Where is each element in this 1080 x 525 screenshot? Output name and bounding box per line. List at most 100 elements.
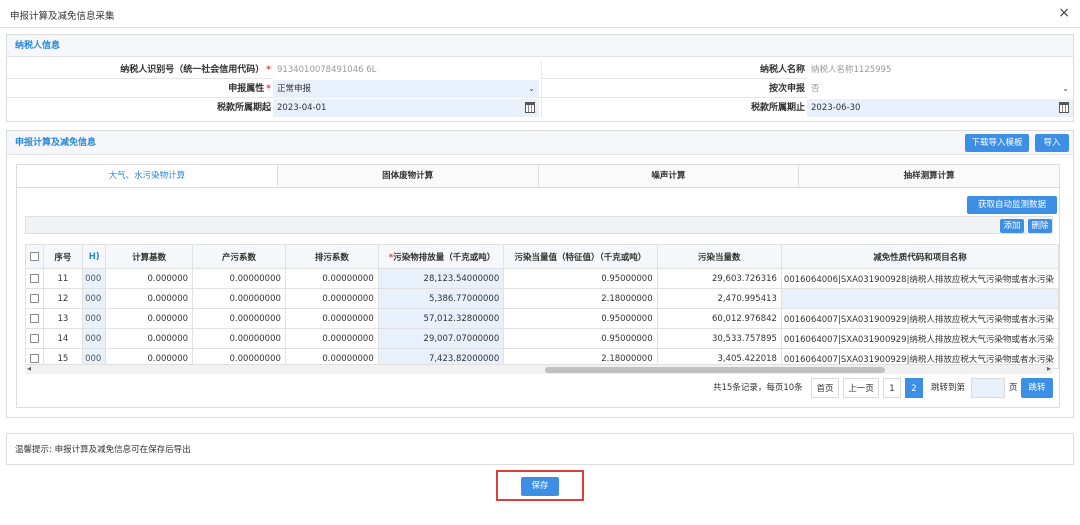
scroll-right-icon[interactable]: ▸	[1047, 364, 1051, 373]
cell-equiv-count: 29,603.726316	[656, 268, 782, 289]
cell-partial[interactable]: 000	[82, 268, 107, 289]
grid-toolbar: 添加 删除	[25, 216, 1053, 234]
table-header-row: 序号 H) 计算基数 产污系数 排污系数 *污染物排放量（千克或吨） 污染当量值…	[25, 244, 1060, 269]
col-partial: H)	[82, 244, 107, 269]
tab-sampling[interactable]: 抽样测算计算	[799, 165, 1059, 187]
cell-emission[interactable]: 29,007.07000000	[377, 328, 505, 349]
cell-equiv-count: 2,470.995413	[656, 288, 782, 309]
cell-equiv-value: 0.95000000	[503, 328, 658, 349]
cell-seq: 12	[42, 288, 84, 309]
row-checkbox-cell[interactable]	[25, 268, 44, 289]
cell-emit-coef[interactable]: 0.00000000	[284, 308, 379, 329]
declare-attr-label: 申报属性 *	[228, 84, 271, 94]
cell-equiv-count: 60,012.976842	[656, 308, 782, 329]
delete-row-button[interactable]: 删除	[1028, 219, 1052, 233]
cell-seq: 14	[42, 328, 84, 349]
col-equiv-value: 污染当量值（特征值）（千克或吨）	[503, 244, 658, 269]
per-declare-label: 按次申报	[541, 80, 805, 98]
cell-reduction[interactable]	[780, 288, 1060, 309]
cell-equiv-count: 30,533.757895	[656, 328, 782, 349]
col-emission: *污染物排放量（千克或吨）	[377, 244, 505, 269]
add-row-button[interactable]: 添加	[1000, 219, 1024, 233]
cell-prod-coef[interactable]: 0.00000000	[192, 328, 286, 349]
period-end-input[interactable]: 2023-06-30	[807, 99, 1073, 117]
calc-section-title: 申报计算及减免信息	[7, 131, 1073, 155]
cell-partial[interactable]: 000	[82, 288, 107, 309]
tab-solid-waste[interactable]: 固体废物计算	[277, 165, 539, 187]
cell-prod-coef[interactable]: 0.00000000	[192, 268, 286, 289]
cell-reduction[interactable]: 0016064007|SXA031900929|纳税人排放应税大气污染物或者水污…	[780, 328, 1060, 349]
tab-noise[interactable]: 噪声计算	[538, 165, 800, 187]
select-all-cell[interactable]	[25, 244, 44, 269]
chevron-down-icon: ⌄	[528, 84, 535, 93]
hint-text: 温馨提示: 申报计算及减免信息可在保存后导出	[6, 433, 1074, 465]
calendar-icon[interactable]	[525, 102, 535, 113]
col-equiv-count: 污染当量数	[656, 244, 782, 269]
cell-emit-coef[interactable]: 0.00000000	[284, 328, 379, 349]
chevron-down-icon: ⌄	[1062, 84, 1069, 93]
pager-page-1[interactable]: 1	[883, 378, 901, 398]
col-reduction: 减免性质代码和项目名称	[780, 244, 1060, 269]
cell-equiv-value: 0.95000000	[503, 308, 658, 329]
declare-attr-select[interactable]: 正常申报 ⌄	[273, 80, 539, 98]
col-emit-coef: 排污系数	[284, 244, 379, 269]
save-button[interactable]: 保存	[521, 477, 559, 496]
pager-page-unit: 页	[1009, 383, 1018, 393]
pager-prev-button[interactable]: 上一页	[843, 378, 879, 398]
row-checkbox-cell[interactable]	[25, 288, 44, 309]
fetch-monitor-button[interactable]: 获取自动监测数据	[967, 196, 1057, 214]
cell-prod-coef[interactable]: 0.00000000	[192, 308, 286, 329]
cell-calc-base[interactable]: 0.000000	[105, 328, 194, 349]
col-seq: 序号	[42, 244, 84, 269]
cell-prod-coef[interactable]: 0.00000000	[192, 288, 286, 309]
calendar-icon[interactable]	[1059, 102, 1069, 113]
pager-jump-input[interactable]	[971, 378, 1005, 398]
scrollbar-thumb[interactable]	[545, 367, 885, 373]
row-checkbox-cell[interactable]	[25, 328, 44, 349]
cell-emit-coef[interactable]: 0.00000000	[284, 268, 379, 289]
cell-reduction[interactable]: 0016064006|SXA031900928|纳税人排放应税大气污染物或者水污…	[780, 268, 1060, 289]
table-row: 11 000 0.000000 0.00000000 0.00000000 28…	[25, 268, 1060, 289]
download-template-button[interactable]: 下载导入模板	[965, 134, 1029, 152]
table-row: 14 000 0.000000 0.00000000 0.00000000 29…	[25, 328, 1060, 349]
calc-tabs: 大气、水污染物计算 固体废物计算 噪声计算 抽样测算计算	[16, 164, 1060, 188]
per-declare-select[interactable]: 否 ⌄	[807, 80, 1073, 98]
pager-jump-button[interactable]: 跳转	[1021, 378, 1053, 398]
cell-seq: 13	[42, 308, 84, 329]
checkbox-icon[interactable]	[29, 353, 39, 363]
cell-calc-base[interactable]: 0.000000	[105, 288, 194, 309]
cell-emission[interactable]: 57,012.32800000	[377, 308, 505, 329]
cell-calc-base[interactable]: 0.000000	[105, 308, 194, 329]
cell-calc-base[interactable]: 0.000000	[105, 268, 194, 289]
cell-emission[interactable]: 28,123.54000000	[377, 268, 505, 289]
cell-equiv-value: 2.18000000	[503, 288, 658, 309]
emission-table: 序号 H) 计算基数 产污系数 排污系数 *污染物排放量（千克或吨） 污染当量值…	[25, 244, 1060, 369]
cell-equiv-value: 0.95000000	[503, 268, 658, 289]
scroll-left-icon[interactable]: ◂	[27, 364, 31, 373]
pager-first-button[interactable]: 首页	[811, 378, 839, 398]
period-end-label: 税款所属期止	[541, 99, 805, 117]
cell-reduction[interactable]: 0016064007|SXA031900929|纳税人排放应税大气污染物或者水污…	[780, 308, 1060, 329]
taxpayer-row-2: 申报属性 * 正常申报 ⌄ 按次申报 否 ⌄	[7, 80, 1073, 98]
cell-partial[interactable]: 000	[82, 308, 107, 329]
dialog-titlebar: 申报计算及减免信息采集 ×	[0, 0, 1080, 28]
checkbox-icon[interactable]	[29, 333, 39, 343]
taxpayer-panel: 纳税人信息 纳税人识别号（统一社会信用代码） * 9134010078491046…	[6, 34, 1074, 122]
import-button[interactable]: 导入	[1035, 134, 1069, 152]
close-icon[interactable]: ×	[1058, 5, 1070, 21]
tab-air-water[interactable]: 大气、水污染物计算	[17, 165, 278, 187]
period-start-input[interactable]: 2023-04-01	[273, 99, 539, 117]
cell-emit-coef[interactable]: 0.00000000	[284, 288, 379, 309]
horizontal-scrollbar[interactable]: ◂ ▸	[25, 364, 1053, 374]
row-checkbox-cell[interactable]	[25, 308, 44, 329]
taxpayer-id-label: 纳税人识别号（统一社会信用代码） *	[120, 65, 271, 75]
checkbox-icon[interactable]	[29, 293, 39, 303]
cell-emission[interactable]: 5,386.77000000	[377, 288, 505, 309]
checkbox-icon[interactable]	[29, 251, 39, 261]
cell-partial[interactable]: 000	[82, 328, 107, 349]
checkbox-icon[interactable]	[29, 313, 39, 323]
pager-page-2[interactable]: 2	[905, 378, 923, 398]
taxpayer-id-field: 9134010078491046 6L	[273, 61, 539, 79]
checkbox-icon[interactable]	[29, 273, 39, 283]
dialog-title: 申报计算及减免信息采集	[10, 11, 115, 22]
